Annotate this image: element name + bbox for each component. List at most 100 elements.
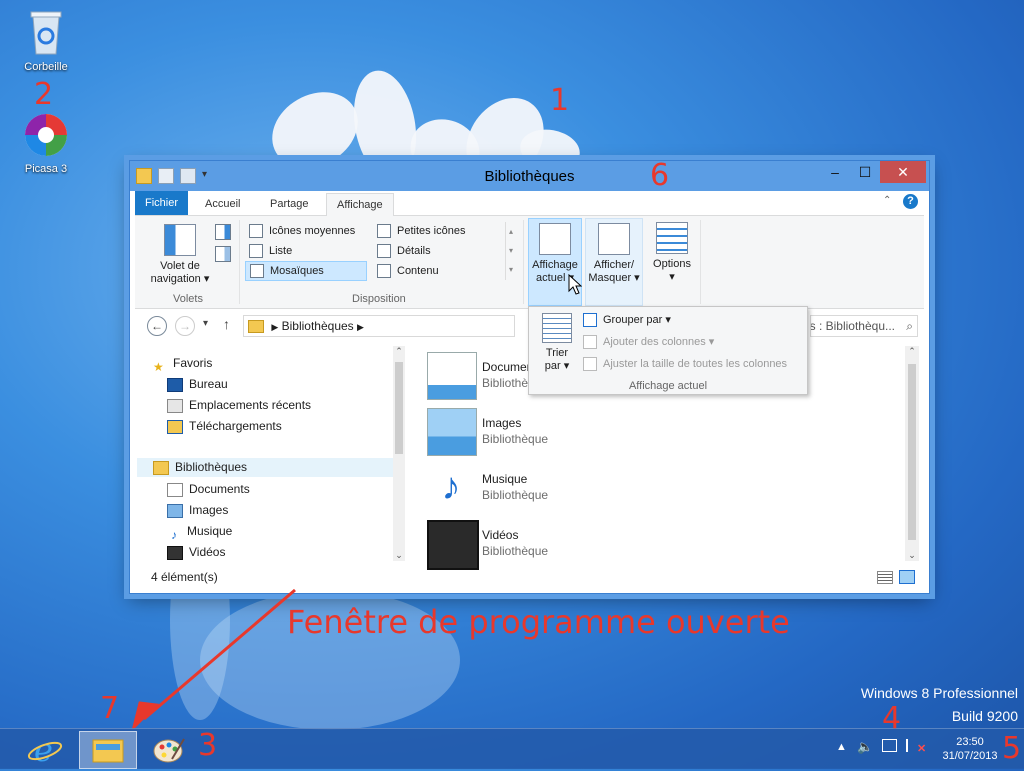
nav-scrollbar-thumb[interactable] [395, 362, 403, 454]
desktop-icon-picasa[interactable]: Picasa 3 [14, 112, 78, 175]
content-icon [377, 264, 391, 279]
clock-time: 23:50 [956, 736, 984, 748]
picasa-icon [25, 114, 67, 156]
item-count: 4 élément(s) [151, 570, 218, 584]
details-pane-icon[interactable] [215, 246, 231, 262]
tab-accueil[interactable]: Accueil [195, 193, 250, 215]
nav-label: Musique [187, 524, 233, 538]
show-hide-label: Masquer [588, 272, 632, 284]
action-center-icon[interactable]: ✕ [906, 739, 926, 755]
desktop-icon-recycle-bin[interactable]: Corbeille [14, 8, 78, 73]
show-hide-button[interactable]: Afficher/ Masquer ▾ [585, 218, 643, 306]
recent-locations-icon[interactable]: ▾ [203, 318, 208, 329]
preview-pane-icon[interactable] [215, 224, 231, 240]
show-hide-icon [598, 223, 630, 255]
show-hide-label: Afficher/ [593, 259, 635, 271]
recent-places-icon [167, 398, 183, 413]
tiles-icon [250, 264, 264, 279]
layout-tiles[interactable]: Mosaïques [245, 261, 367, 281]
videos-library-icon [427, 520, 479, 570]
nav-label: Bibliothèques [175, 460, 248, 474]
nav-scrollbar[interactable]: ⌃ ⌄ [393, 346, 405, 561]
back-button[interactable]: ← [147, 316, 167, 336]
taskbar: e ▲ 🔈 ✕ 23:50 31/07/2013 [0, 728, 1024, 769]
minimize-button[interactable]: – [820, 161, 850, 183]
annotation-number: 4 [882, 701, 902, 736]
layout-label: Icônes moyennes [269, 225, 356, 237]
nav-favorites[interactable]: ★ Favoris [153, 354, 212, 374]
annotation-number: 7 [100, 691, 120, 726]
library-item-images[interactable]: Images Bibliothèque [427, 408, 627, 458]
window-titlebar[interactable]: ▾ Bibliothèques – ☐ ✕ [130, 161, 929, 191]
nav-item-recent[interactable]: Emplacements récents [167, 396, 311, 415]
layout-medium-icons[interactable]: Icônes moyennes [245, 222, 367, 240]
mouse-cursor-icon [568, 274, 582, 295]
layout-gallery-scroll[interactable]: ▴ ▾ ▾ [505, 222, 516, 280]
sort-by-label: Trier [545, 347, 569, 359]
maximize-button[interactable]: ☐ [850, 161, 880, 183]
group-label-volets: Volets [173, 293, 203, 305]
up-button[interactable]: ↑ [223, 316, 230, 332]
layout-label: Détails [397, 245, 431, 257]
desktop-icon-label: Corbeille [24, 61, 68, 73]
content-scrollbar-thumb[interactable] [908, 364, 916, 540]
fit-columns-icon [583, 357, 597, 371]
small-icons-icon [377, 224, 391, 239]
tab-fichier[interactable]: Fichier [135, 191, 189, 215]
help-icon[interactable]: ? [903, 194, 918, 209]
nav-item-downloads[interactable]: Téléchargements [167, 417, 282, 436]
fit-columns-button[interactable]: Ajuster la taille de toutes les colonnes [583, 357, 787, 371]
nav-item-documents[interactable]: Documents [167, 480, 250, 499]
show-hidden-icons-button[interactable]: ▲ [836, 741, 847, 753]
tab-partage[interactable]: Partage [260, 193, 319, 215]
address-path: Bibliothèques [281, 319, 354, 333]
ribbon-affichage: Volet de navigation ▾ Volets Icônes moye… [135, 216, 924, 309]
fit-columns-label: Ajuster la taille de toutes les colonnes [603, 357, 788, 370]
layout-small-icons[interactable]: Petites icônes [373, 222, 495, 240]
tab-affichage[interactable]: Affichage [326, 193, 394, 216]
nav-item-images[interactable]: Images [167, 501, 228, 520]
collapse-ribbon-icon[interactable]: ⌃ [883, 195, 891, 206]
library-item-videos[interactable]: Vidéos Bibliothèque [427, 520, 627, 570]
item-type: Bibliothèque [482, 544, 549, 558]
nav-label: Images [189, 503, 229, 517]
group-by-button[interactable]: Grouper par ▾ [583, 313, 671, 328]
layout-content[interactable]: Contenu [373, 262, 495, 280]
clock[interactable]: 23:50 31/07/2013 [940, 735, 1000, 763]
sort-by-icon [542, 313, 572, 343]
layout-list[interactable]: Liste [245, 242, 367, 260]
sort-by-button[interactable]: Trier par ▾ [537, 313, 577, 373]
current-view-label: actuel [536, 272, 566, 284]
search-input[interactable]: Rechercher dans : Bibliothèqu... ⌕ [810, 315, 918, 337]
volume-icon[interactable]: 🔈 [857, 739, 873, 755]
taskbar-internet-explorer[interactable]: e [18, 731, 74, 769]
details-view-icon[interactable] [877, 571, 893, 584]
navigation-pane-button[interactable]: Volet de navigation ▾ [145, 224, 215, 286]
add-columns-button[interactable]: Ajouter des colonnes ▾ [583, 335, 714, 350]
search-placeholder: Rechercher dans : Bibliothèqu... [810, 319, 895, 333]
window-title: Bibliothèques [484, 168, 575, 185]
address-box[interactable]: ▶ Bibliothèques ▶ [243, 315, 515, 337]
nav-label: Téléchargements [189, 419, 282, 433]
options-button[interactable]: Options ▾ [647, 222, 697, 284]
network-icon[interactable] [882, 739, 897, 755]
ribbon-separator [523, 220, 524, 304]
nav-item-bureau[interactable]: Bureau [167, 375, 228, 394]
annotation-number: 5 [1002, 731, 1022, 766]
nav-item-videos[interactable]: Vidéos [167, 543, 225, 562]
details-icon [377, 244, 391, 259]
nav-item-music[interactable]: ♪ Musique [167, 522, 233, 542]
nav-label: Vidéos [189, 545, 226, 559]
group-label-disposition: Disposition [352, 293, 406, 305]
library-item-music[interactable]: ♪ Musique Bibliothèque [427, 464, 627, 514]
close-button[interactable]: ✕ [880, 161, 926, 183]
forward-button[interactable]: → [175, 316, 195, 336]
taskbar-file-explorer[interactable] [79, 731, 137, 769]
large-icons-view-icon[interactable] [899, 570, 915, 584]
layout-details[interactable]: Détails [373, 242, 495, 260]
nav-libraries[interactable]: Bibliothèques [137, 458, 403, 477]
content-scrollbar[interactable]: ⌃ ⌄ [905, 346, 919, 561]
taskbar-paint[interactable] [142, 731, 198, 767]
file-explorer-icon [92, 739, 124, 763]
item-name: Vidéos [482, 528, 519, 542]
